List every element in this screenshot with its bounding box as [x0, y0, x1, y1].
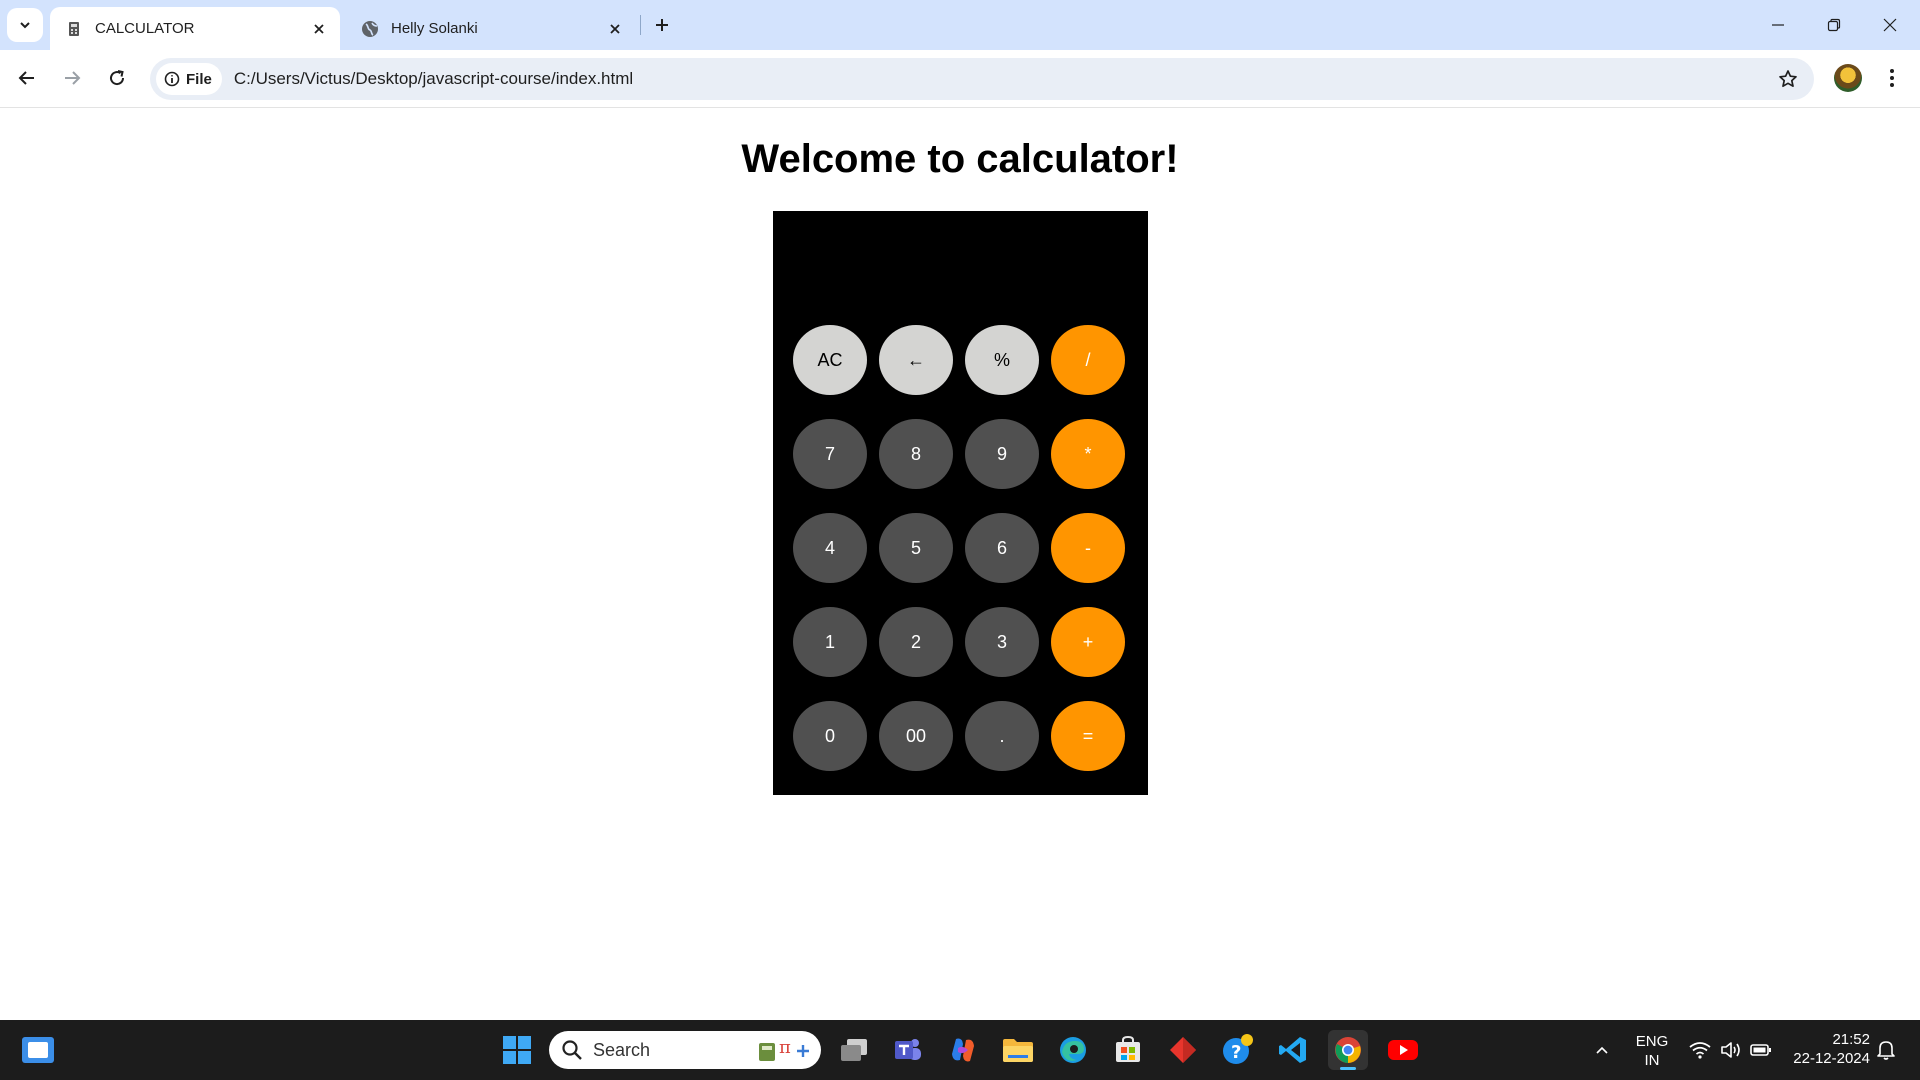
address-bar[interactable]: File C:/Users/Victus/Desktop/javascript-…: [150, 58, 1814, 100]
calculator-display: [793, 231, 1128, 301]
volume-icon: [1721, 1042, 1740, 1058]
svg-text:π: π: [779, 1037, 791, 1058]
chrome-icon[interactable]: [1328, 1030, 1368, 1070]
double-zero-button[interactable]: 00: [879, 701, 953, 771]
minimize-icon: [1772, 24, 1784, 26]
percent-button[interactable]: %: [965, 325, 1039, 395]
close-icon: [1883, 18, 1897, 32]
back-button[interactable]: [9, 60, 45, 96]
info-icon: [164, 71, 180, 87]
star-icon: [1779, 70, 1797, 88]
restore-button[interactable]: [1806, 0, 1862, 50]
close-tab-icon[interactable]: [306, 16, 332, 42]
copilot-icon[interactable]: [943, 1030, 983, 1070]
task-view-icon[interactable]: [834, 1030, 874, 1070]
page-content: Welcome to calculator! AC ←%/ 7 8 9 * 4 5 6- 1 2 3 +…: [0, 109, 1920, 1020]
digit-4-button[interactable]: 4: [793, 513, 867, 583]
globe-icon: [361, 20, 379, 38]
wifi-icon: [1689, 1042, 1711, 1059]
svg-text:?: ?: [1231, 1042, 1241, 1063]
digit-8-button[interactable]: 8: [879, 419, 953, 489]
tab-calculator[interactable]: CALCULATOR: [50, 7, 340, 50]
url-text[interactable]: C:/Users/Victus/Desktop/javascript-cours…: [234, 69, 1768, 89]
start-button[interactable]: [497, 1030, 537, 1070]
show-hidden-icons-button[interactable]: [1582, 1030, 1622, 1070]
calculator-favicon-icon: [65, 20, 83, 38]
tab-separator: [640, 15, 641, 35]
taskbar-search[interactable]: Search π: [549, 1031, 821, 1069]
region-code: IN: [1644, 1052, 1660, 1069]
youtube-icon[interactable]: [1383, 1030, 1423, 1070]
vscode-icon[interactable]: [1273, 1030, 1313, 1070]
chevron-up-icon: [1596, 1046, 1608, 1054]
digit-3-button[interactable]: 3: [965, 607, 1039, 677]
tab-search-button[interactable]: [7, 8, 43, 42]
clock-date: 22-12-2024: [1793, 1050, 1870, 1067]
browser-toolbar: File C:/Users/Victus/Desktop/javascript-…: [0, 50, 1920, 108]
site-info-chip[interactable]: File: [156, 63, 222, 95]
more-vertical-icon: [1890, 69, 1894, 87]
digit-7-button[interactable]: 7: [793, 419, 867, 489]
multiply-button[interactable]: *: [1051, 419, 1125, 489]
quick-settings-button[interactable]: [1680, 1030, 1780, 1070]
arrow-left-icon: [18, 71, 34, 85]
notifications-button[interactable]: [1866, 1030, 1906, 1070]
tab-helly-solanki[interactable]: Helly Solanki: [346, 7, 636, 50]
digit-1-button[interactable]: 1: [793, 607, 867, 677]
digit-0-button[interactable]: 0: [793, 701, 867, 771]
microsoft-store-icon[interactable]: [1108, 1030, 1148, 1070]
close-window-button[interactable]: [1862, 0, 1918, 50]
git-icon[interactable]: [1163, 1030, 1203, 1070]
digit-6-button[interactable]: 6: [965, 513, 1039, 583]
windows-start-icon: [503, 1036, 531, 1064]
search-label: Search: [593, 1039, 651, 1060]
digit-5-button[interactable]: 5: [879, 513, 953, 583]
tab-title: CALCULATOR: [95, 20, 195, 37]
bell-icon: [1877, 1041, 1895, 1060]
close-tab-icon[interactable]: [602, 16, 628, 42]
search-highlight-icon: π: [759, 1037, 809, 1061]
add-button[interactable]: +: [1051, 607, 1125, 677]
scheme-label: File: [186, 70, 212, 88]
teams-icon[interactable]: [888, 1030, 928, 1070]
divide-button[interactable]: /: [1051, 325, 1125, 395]
backspace-button[interactable]: ←: [879, 325, 953, 395]
digit-2-button[interactable]: 2: [879, 607, 953, 677]
minimize-button[interactable]: [1750, 0, 1806, 50]
forward-button[interactable]: [54, 60, 90, 96]
clock-time: 21:52: [1832, 1031, 1870, 1048]
clear-button[interactable]: AC: [793, 325, 867, 395]
bookmark-button[interactable]: [1768, 59, 1808, 99]
widgets-icon[interactable]: [22, 1037, 54, 1063]
browser-menu-button[interactable]: [1876, 62, 1908, 94]
chevron-down-icon: [20, 22, 30, 29]
file-explorer-icon[interactable]: [998, 1030, 1038, 1070]
reload-icon: [110, 70, 125, 86]
taskbar: Search π ? ENG IN 21:52 22-12-2024: [0, 1020, 1920, 1080]
clock[interactable]: 21:52 22-12-2024: [1780, 1030, 1870, 1068]
plus-icon: [656, 19, 668, 31]
active-app-indicator: [1340, 1067, 1356, 1070]
tab-strip: CALCULATOR Helly Solanki: [0, 0, 1920, 50]
decimal-button[interactable]: .: [965, 701, 1039, 771]
subtract-button[interactable]: -: [1051, 513, 1125, 583]
reload-button[interactable]: [99, 60, 135, 96]
language-code: ENG: [1635, 1033, 1669, 1050]
restore-icon: [1827, 18, 1841, 32]
equals-button[interactable]: =: [1051, 701, 1125, 771]
profile-avatar[interactable]: [1834, 64, 1862, 92]
battery-icon: [1750, 1044, 1771, 1056]
calculator-panel: AC ←%/ 7 8 9 * 4 5 6- 1 2 3 +0 00. =: [773, 211, 1148, 795]
new-tab-button[interactable]: [648, 11, 676, 39]
digit-9-button[interactable]: 9: [965, 419, 1039, 489]
input-language-indicator[interactable]: ENG IN: [1628, 1032, 1676, 1070]
arrow-right-icon: [65, 71, 81, 85]
get-help-icon[interactable]: ?: [1218, 1030, 1258, 1070]
tab-title: Helly Solanki: [391, 20, 478, 37]
edge-icon[interactable]: [1053, 1030, 1093, 1070]
page-title: Welcome to calculator!: [741, 137, 1179, 181]
search-icon: [562, 1040, 582, 1060]
